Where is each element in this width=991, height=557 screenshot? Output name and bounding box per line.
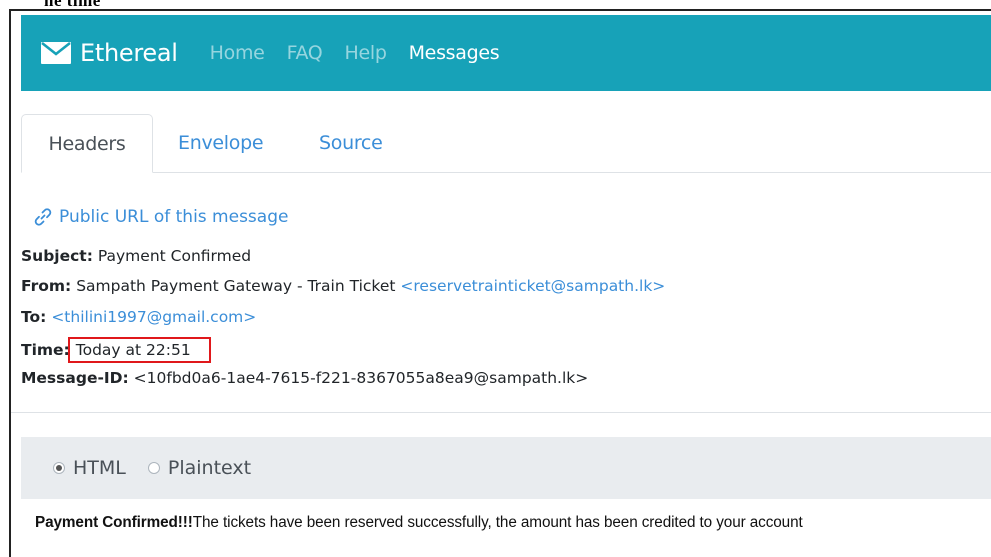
format-html-label: HTML <box>73 457 126 479</box>
subject-label: Subject: <box>21 247 93 265</box>
body-bold: Payment Confirmed!!! <box>35 514 193 531</box>
subject-row: Subject: Payment Confirmed <box>21 247 251 265</box>
nav-faq[interactable]: FAQ <box>287 42 323 64</box>
subject-value: Payment Confirmed <box>97 247 252 265</box>
from-label: From: <box>21 277 72 295</box>
time-highlight-box: Today at 22:51 <box>67 337 211 363</box>
section-divider <box>11 412 991 413</box>
format-plaintext-option[interactable]: Plaintext <box>147 457 252 479</box>
navbar: Ethereal Home FAQ Help Messages <box>21 15 991 91</box>
radio-html[interactable] <box>53 462 65 474</box>
mail-viewer: Ethereal Home FAQ Help Messages Headers … <box>9 9 991 557</box>
radio-plaintext[interactable] <box>147 462 160 474</box>
message-id-label: Message-ID: <box>21 369 129 387</box>
public-url-link[interactable]: Public URL of this message <box>33 207 288 227</box>
brand-name: Ethereal <box>80 39 178 67</box>
nav-messages[interactable]: Messages <box>409 42 500 64</box>
message-body: Payment Confirmed!!!The tickets have bee… <box>35 514 803 532</box>
from-row: From: Sampath Payment Gateway - Train Ti… <box>21 277 665 295</box>
message-tabs: Headers Envelope Source <box>21 114 991 173</box>
tab-source[interactable]: Source <box>319 114 383 172</box>
time-label: Time: <box>21 341 70 359</box>
from-email[interactable]: <reservetrainticket@sampath.lk> <box>400 277 665 295</box>
tab-headers[interactable]: Headers <box>21 114 153 173</box>
format-plaintext-label: Plaintext <box>167 457 252 479</box>
envelope-icon <box>41 42 71 64</box>
to-label: To: <box>21 308 47 326</box>
tab-envelope[interactable]: Envelope <box>178 114 264 172</box>
brand[interactable]: Ethereal <box>41 39 210 67</box>
format-selector: HTML Plaintext <box>21 437 991 499</box>
body-rest: The tickets have been reserved successfu… <box>192 514 803 531</box>
from-name: Sampath Payment Gateway - Train Ticket <box>76 277 396 295</box>
public-url-label: Public URL of this message <box>59 207 289 227</box>
to-row: To: <thilini1997@gmail.com> <box>21 308 256 326</box>
format-html-option[interactable]: HTML <box>53 457 126 479</box>
nav-help[interactable]: Help <box>344 42 386 64</box>
time-value: Today at 22:51 <box>75 341 191 359</box>
message-id-row: Message-ID: <10fbd0a6-1ae4-7615-f221-836… <box>21 369 588 387</box>
nav-home[interactable]: Home <box>210 42 265 64</box>
time-row: Time: Today at 22:51 <box>21 337 211 363</box>
to-email[interactable]: <thilini1997@gmail.com> <box>51 308 256 326</box>
message-id-value: <10fbd0a6-1ae4-7615-f221-8367055a8ea9@sa… <box>133 369 589 387</box>
link-icon <box>34 208 52 226</box>
